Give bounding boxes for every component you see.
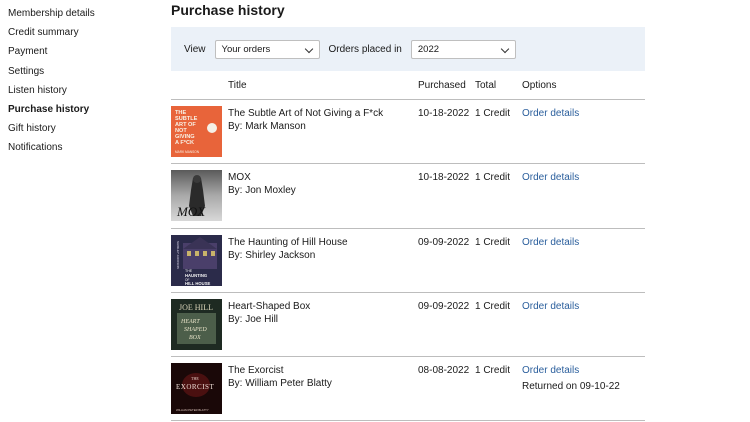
table-header: Title Purchased Total Options xyxy=(171,71,645,100)
chevron-down-icon xyxy=(500,44,510,53)
book-cover-image: SHIRLEY JACKSON THE HAUNTING OF HILL HOU… xyxy=(171,234,222,286)
purchase-date: 10-18-2022 xyxy=(418,108,470,119)
book-cover-image: THE SUBTLE ART OF NOT GIVING A F*CK MARK… xyxy=(171,106,222,157)
column-header-title: Title xyxy=(228,80,247,91)
table-row: MOX MOX By: Jon Moxley 10-18-2022 1 Cred… xyxy=(171,164,645,229)
cover-side-text: SHIRLEY JACKSON xyxy=(176,241,180,269)
book-cover-image: MOX xyxy=(171,170,222,222)
book-author: By: Jon Moxley xyxy=(228,185,296,197)
sidebar-item-credit-summary[interactable]: Credit summary xyxy=(8,23,158,42)
sidebar-item-notifications[interactable]: Notifications xyxy=(8,138,158,157)
sidebar-item-gift-history[interactable]: Gift history xyxy=(8,119,158,138)
purchase-total: 1 Credit xyxy=(475,172,511,184)
purchase-date: 09-09-2022 xyxy=(418,236,470,248)
order-details-link[interactable]: Order details xyxy=(522,171,579,184)
table-row: SHIRLEY JACKSON THE HAUNTING OF HILL HOU… xyxy=(171,229,645,293)
book-title: Heart-Shaped Box xyxy=(228,300,311,312)
order-details-link[interactable]: Order details xyxy=(522,300,579,313)
cover-title-line: EXORCIST xyxy=(176,383,214,391)
purchase-total: 1 Credit xyxy=(475,300,511,312)
book-author: By: Shirley Jackson xyxy=(228,249,316,261)
column-header-total: Total xyxy=(475,80,497,91)
page-title: Purchase history xyxy=(171,2,285,18)
cover-title-line: HILL HOUSE xyxy=(185,281,210,286)
column-header-options: Options xyxy=(522,80,557,91)
cover-title-line: SHAPED xyxy=(184,327,207,333)
book-title: The Exorcist xyxy=(228,365,284,377)
book-title: MOX xyxy=(228,172,251,184)
chevron-down-icon xyxy=(304,44,313,53)
book-cover-image: THE EXORCIST WILLIAM PETER BLATTY xyxy=(171,363,222,415)
sidebar-item-settings[interactable]: Settings xyxy=(8,62,158,81)
order-details-link[interactable]: Order details xyxy=(522,107,579,120)
order-details-link[interactable]: Order details xyxy=(522,364,579,377)
sidebar-item-payment[interactable]: Payment xyxy=(8,42,158,61)
filter-bar: View Your orders Orders placed in 2022 xyxy=(171,27,645,71)
cover-title: MOX xyxy=(176,204,206,219)
year-select-value: 2022 xyxy=(417,43,440,55)
book-cover-image: JOE HILL HEART SHAPED BOX xyxy=(171,298,222,350)
cover-title-line: A F*CK xyxy=(175,140,194,146)
cover-byline: MARK MANSON xyxy=(175,150,200,154)
view-select-value: Your orders xyxy=(221,43,271,55)
returned-status: Returned on 09-10-22 xyxy=(522,381,620,393)
purchase-total: 1 Credit xyxy=(475,108,511,119)
sidebar-nav: Membership details Credit summary Paymen… xyxy=(8,4,158,158)
view-label: View xyxy=(184,43,206,55)
book-title: The Subtle Art of Not Giving a F*ck xyxy=(228,108,384,119)
purchase-total: 1 Credit xyxy=(475,365,511,377)
main-content: Purchase history View Your orders Orders… xyxy=(171,0,645,422)
sidebar-item-membership-details[interactable]: Membership details xyxy=(8,4,158,23)
purchase-total: 1 Credit xyxy=(475,236,511,248)
book-title: The Haunting of Hill House xyxy=(228,236,348,248)
sidebar-item-listen-history[interactable]: Listen history xyxy=(8,81,158,100)
cover-title-line: HEART xyxy=(180,319,200,325)
year-select[interactable]: 2022 xyxy=(410,39,516,59)
purchase-date: 10-18-2022 xyxy=(418,172,470,184)
book-author: By: Joe Hill xyxy=(228,313,279,325)
view-select[interactable]: Your orders xyxy=(214,39,320,59)
order-details-link[interactable]: Order details xyxy=(522,236,579,249)
cover-byline: WILLIAM PETER BLATTY xyxy=(176,408,209,412)
purchase-date: 08-08-2022 xyxy=(418,365,470,377)
cover-title-line: THE xyxy=(191,376,199,381)
table-row: JOE HILL HEART SHAPED BOX Heart-Shaped B… xyxy=(171,293,645,358)
orders-placed-label: Orders placed in xyxy=(328,43,402,55)
column-header-purchased: Purchased xyxy=(418,80,466,91)
cover-title-line: BOX xyxy=(189,335,201,341)
book-author: By: William Peter Blatty xyxy=(228,378,332,390)
table-row: THE SUBTLE ART OF NOT GIVING A F*CK MARK… xyxy=(171,100,645,165)
table-row: THE EXORCIST WILLIAM PETER BLATTY The Ex… xyxy=(171,357,645,422)
sidebar-item-purchase-history[interactable]: Purchase history xyxy=(8,100,158,119)
book-author: By: Mark Manson xyxy=(228,121,306,132)
purchase-date: 09-09-2022 xyxy=(418,300,470,312)
cover-author: JOE HILL xyxy=(179,303,213,312)
